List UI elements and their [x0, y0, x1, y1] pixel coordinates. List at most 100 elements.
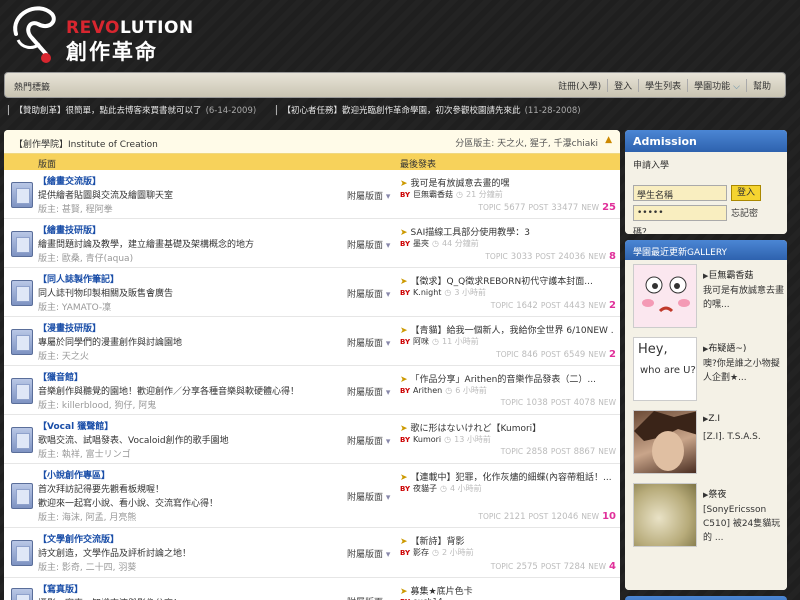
new-count[interactable]: 10: [602, 511, 616, 522]
forum-description: 繪畫問題討論及教學，建立繪畫基礎及架構概念的地方: [38, 240, 255, 250]
forgot-password-link-cont[interactable]: 碼？: [633, 225, 651, 234]
hot-tags-link[interactable]: 熱門標籤: [14, 80, 50, 93]
gallery-title: 學園最近更新GALLERY: [625, 240, 787, 260]
last-post-title[interactable]: ➤ 歌に形はないけれど【Kumori】: [400, 421, 614, 434]
new-count[interactable]: 25: [602, 202, 616, 213]
post-arrow-icon: ➤: [400, 587, 408, 597]
new-count[interactable]: 8: [609, 251, 616, 262]
forum-moderators[interactable]: 版主: 執祥, 富士リンゴ: [38, 447, 131, 460]
forum-name[interactable]: 【漫畫技研版】: [38, 321, 101, 334]
post-count: 24036: [558, 252, 586, 262]
gallery-item[interactable]: 巨無霸香菇 我可是有放誠意去畫的嘿...: [631, 264, 787, 330]
sub-forums-dropdown[interactable]: 附屬版面: [347, 385, 390, 398]
gallery-item-title[interactable]: Z.I: [703, 414, 720, 424]
clock-icon: ◷: [432, 548, 440, 557]
last-post-author-name[interactable]: Kumori: [413, 435, 441, 444]
topic-label: TOPIC: [485, 252, 508, 261]
sub-forums-dropdown[interactable]: 附屬版面: [347, 336, 390, 349]
forum-moderators[interactable]: 版主: 影奇, 二十四, 羽葵: [38, 560, 136, 573]
category-title[interactable]: 【創作學院】Institute of Creation: [14, 137, 158, 150]
announcement-2[interactable]: ▏【初心者任務】歡迎光臨創作革命學園，初次參觀校園請先來此 (11-28-2008…: [276, 104, 581, 116]
gallery-item[interactable]: Z.I [Z.I]. T.S.A.S.: [631, 410, 787, 476]
forum-name[interactable]: 【Vocal 獵聲館】: [38, 419, 113, 432]
last-post-title[interactable]: ➤ 【徵求】Q_Q徵求REBORN初代守護本封面...: [400, 274, 614, 287]
sub-forums-dropdown[interactable]: 附屬版面: [347, 595, 390, 600]
forum-name[interactable]: 【同人誌製作筆記】: [38, 272, 119, 285]
forum-name[interactable]: 【繪畫技研版】: [38, 223, 101, 236]
topic-count: 1038: [526, 398, 548, 408]
forum-row: 【漫畫技研版】專屬於同學們的漫畫創作與討論園地版主: 天之火 附屬版面 ➤【青貓】給…: [4, 317, 620, 366]
last-post-author-name[interactable]: Arithen: [413, 386, 442, 395]
brand-name-en[interactable]: REVOLUTION: [66, 18, 194, 38]
forum-stats: TOPIC 1642 POST 4443 NEW 2: [491, 300, 616, 311]
post-count: 7284: [563, 562, 586, 572]
forum-moderators[interactable]: 版主: 海沫, 阿孟, 月亮熊: [38, 510, 136, 523]
forum-stats: TOPIC 3033 POST 24036 NEW 8: [485, 251, 616, 262]
gallery-thumbnail[interactable]: [633, 264, 697, 328]
gallery-item-title[interactable]: 布疑語~): [703, 341, 746, 354]
username-input[interactable]: 學生名稱: [633, 185, 727, 201]
forum-moderators[interactable]: 版主: killerblood, 狗仔, 阿鬼: [38, 398, 156, 411]
last-post-author-name[interactable]: 巨無霸香菇: [413, 190, 453, 199]
forum-moderators[interactable]: 版主: 天之火: [38, 349, 89, 362]
last-post-title[interactable]: ➤ 我可是有放誠意去畫的嘿: [400, 176, 614, 189]
nav-help[interactable]: 幫助: [745, 79, 777, 92]
login-button[interactable]: 登入: [731, 185, 761, 201]
sub-forums-dropdown[interactable]: 附屬版面: [347, 547, 390, 560]
forum-name[interactable]: 【獵音館】: [38, 370, 83, 383]
nav-login[interactable]: 登入: [607, 79, 638, 92]
last-post-author-name[interactable]: K.night: [413, 288, 441, 297]
last-post-author-name[interactable]: 影存: [413, 548, 429, 557]
last-post-title[interactable]: ➤ 募集★底片色卡: [400, 584, 614, 597]
last-post-author-name[interactable]: 阿咪: [413, 337, 429, 346]
gallery-item-title[interactable]: 巨無霸香菇: [703, 268, 753, 281]
forum-moderators[interactable]: 版主: 甚賢, 程阿拳: [38, 202, 113, 215]
forum-name[interactable]: 【文學創作交流版】: [38, 532, 119, 545]
nav-campus-functions[interactable]: 學園功能 ⌵: [687, 79, 746, 92]
password-input[interactable]: •••••: [633, 205, 727, 221]
collapse-icon[interactable]: ▲: [605, 135, 612, 145]
nav-student-list[interactable]: 學生列表: [638, 79, 687, 92]
last-post-title[interactable]: ➤ 【青貓】給我一個新人，我給你全世界 6/10NEW ...: [400, 323, 614, 336]
new-label: NEW: [581, 512, 600, 521]
last-post-title[interactable]: ➤ 【新詩】背影: [400, 534, 614, 547]
sub-forums-dropdown[interactable]: 附屬版面: [347, 490, 390, 503]
new-label: NEW: [598, 398, 616, 407]
sub-forums-dropdown[interactable]: 附屬版面: [347, 434, 390, 447]
last-post-author-name[interactable]: 墨夾: [413, 239, 429, 248]
by-label: BY: [400, 240, 411, 248]
gallery-item-title[interactable]: 祭夜: [703, 487, 726, 500]
forum-row: 【繪畫交流版】提供繪者貼圖與交流及繪圖聊天室版主: 甚賢, 程阿拳 附屬版面 ➤我可…: [4, 170, 620, 219]
new-count[interactable]: 4: [609, 561, 616, 572]
forum-name[interactable]: 【繪畫交流版】: [38, 174, 101, 187]
brush-logo-icon[interactable]: [8, 4, 58, 66]
gallery-item[interactable]: Hey, who are U? 布疑語~) 噢?你是誰之小物擬人企劃★...: [631, 337, 787, 403]
gallery-thumbnail[interactable]: [633, 483, 697, 547]
forum-moderators[interactable]: 版主: YAMATO-凜: [38, 300, 111, 313]
forum-book-icon: [11, 483, 33, 509]
sub-forums-dropdown[interactable]: 附屬版面: [347, 189, 390, 202]
sub-forums-dropdown[interactable]: 附屬版面: [347, 287, 390, 300]
nav-register[interactable]: 註冊(入學): [552, 79, 607, 92]
gallery-item[interactable]: 祭夜 [SonyEricsson C510] 被24隻貓玩的 ...: [631, 483, 787, 549]
brand-name-cn[interactable]: 創作革命: [66, 36, 158, 66]
new-count[interactable]: 2: [609, 349, 616, 360]
post-arrow-icon: ➤: [400, 228, 408, 238]
forum-moderators[interactable]: 版主: 歐桑, 青仔(aqua): [38, 251, 133, 264]
sub-forums-dropdown[interactable]: 附屬版面: [347, 238, 390, 251]
new-label: NEW: [588, 350, 607, 359]
last-post-title[interactable]: ➤ 【連載中】犯罪，化作灰燼的細蝶(內容帶粗話！...: [400, 470, 614, 483]
gallery-thumbnail[interactable]: Hey, who are U?: [633, 337, 697, 401]
last-post-title[interactable]: ➤ SAI描線工具部分使用教學：3: [400, 225, 614, 238]
post-arrow-icon: ➤: [400, 326, 408, 336]
new-count[interactable]: 2: [609, 300, 616, 311]
join-link[interactable]: 申請入學: [633, 158, 781, 171]
last-post-author-name[interactable]: 夜貓子: [413, 484, 437, 493]
last-post-title[interactable]: ➤ 「作品分享」Arithen的音樂作品發表（二）...: [400, 372, 614, 385]
forum-name[interactable]: 【寫真版】: [38, 582, 83, 595]
forum-name[interactable]: 【小說創作專區】: [38, 468, 110, 481]
gallery-thumbnail[interactable]: [633, 410, 697, 474]
login-form: 申請入學 學生名稱 ••••• 登入 忘記密 碼？: [625, 152, 787, 234]
announcement-1[interactable]: ▏【贊助創革】很簡單，點此去博客來買書就可以了 (6-14-2009): [8, 104, 256, 116]
forgot-password-link[interactable]: 忘記密: [731, 206, 758, 219]
